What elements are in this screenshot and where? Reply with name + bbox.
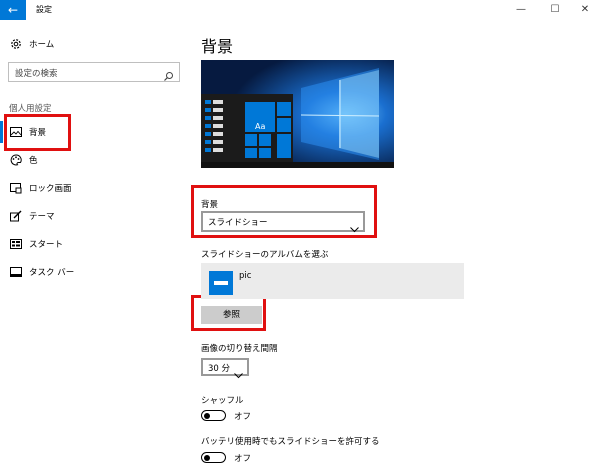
minimize-icon: — [516, 4, 526, 15]
interval-dropdown[interactable]: 30 分 [201, 358, 249, 379]
section-heading: 個人用設定 [9, 104, 52, 114]
back-arrow-icon: ← [7, 3, 19, 17]
title-bar: ← 設定 — ☐ ✕ [0, 0, 600, 20]
maximize-icon: ☐ [550, 4, 560, 15]
interval-label: 画像の切り替え間隔 [201, 344, 278, 354]
interval-dropdown-value: 30 分 [208, 364, 231, 374]
sidebar-item-label: ロック画面 [29, 184, 72, 194]
sidebar-item-home[interactable]: ホーム [0, 32, 188, 56]
album-label: スライドショーのアルバムを選ぶ [201, 250, 329, 260]
maximize-button[interactable]: ☐ [540, 0, 570, 20]
shuffle-toggle[interactable] [201, 410, 226, 421]
sidebar-item-color[interactable]: 色 [0, 148, 188, 172]
toggle-knob [204, 412, 210, 419]
taskbar-icon [9, 265, 23, 279]
sidebar-item-taskbar[interactable]: タスク バー [0, 260, 188, 284]
window-title: 設定 [36, 5, 52, 14]
album-item[interactable]: pic [201, 263, 464, 299]
start-grid-icon [9, 237, 23, 251]
sidebar-item-lock-screen[interactable]: ロック画面 [0, 176, 188, 200]
chevron-down-icon [234, 364, 243, 379]
sidebar-item-label: テーマ [29, 212, 55, 222]
background-dropdown-value: スライドショー [208, 218, 268, 228]
sidebar: ホーム 設定の検索 個人用設定 背景 色 ロック画面 テーマ スタート タスク … [0, 20, 188, 468]
wallpaper-image [201, 60, 394, 168]
palette-icon [9, 153, 23, 167]
back-button[interactable]: ← [0, 0, 26, 20]
highlight-box-background-nav [4, 114, 71, 151]
close-icon: ✕ [580, 4, 590, 15]
gear-icon [9, 37, 23, 51]
search-placeholder: 設定の検索 [15, 69, 58, 79]
toggle-knob [204, 454, 210, 461]
preview-tile-text: Aa [255, 122, 266, 131]
close-button[interactable]: ✕ [570, 0, 600, 20]
search-icon [163, 67, 174, 81]
shuffle-label: シャッフル [201, 396, 244, 406]
album-name: pic [239, 271, 252, 281]
chevron-down-icon [350, 218, 359, 233]
theme-brush-icon [9, 209, 23, 223]
background-dropdown[interactable]: スライドショー [201, 211, 365, 233]
battery-label: バッテリ使用時でもスライドショーを許可する [201, 437, 380, 447]
sidebar-item-label: 色 [29, 156, 38, 166]
search-input[interactable]: 設定の検索 [8, 62, 180, 82]
battery-toggle[interactable] [201, 452, 226, 463]
sidebar-item-label: スタート [29, 240, 64, 250]
minimize-button[interactable]: — [506, 0, 536, 20]
sidebar-item-label: タスク バー [29, 268, 75, 278]
lock-screen-icon [9, 181, 23, 195]
sidebar-item-start[interactable]: スタート [0, 232, 188, 256]
background-preview: Aa [201, 60, 394, 168]
folder-icon [209, 271, 233, 295]
background-label: 背景 [201, 200, 219, 210]
browse-button[interactable]: 参照 [201, 306, 262, 324]
shuffle-state: オフ [234, 412, 252, 422]
sidebar-item-label: ホーム [29, 40, 55, 50]
page-title: 背景 [201, 37, 234, 56]
battery-state: オフ [234, 454, 252, 464]
sidebar-item-theme[interactable]: テーマ [0, 204, 188, 228]
